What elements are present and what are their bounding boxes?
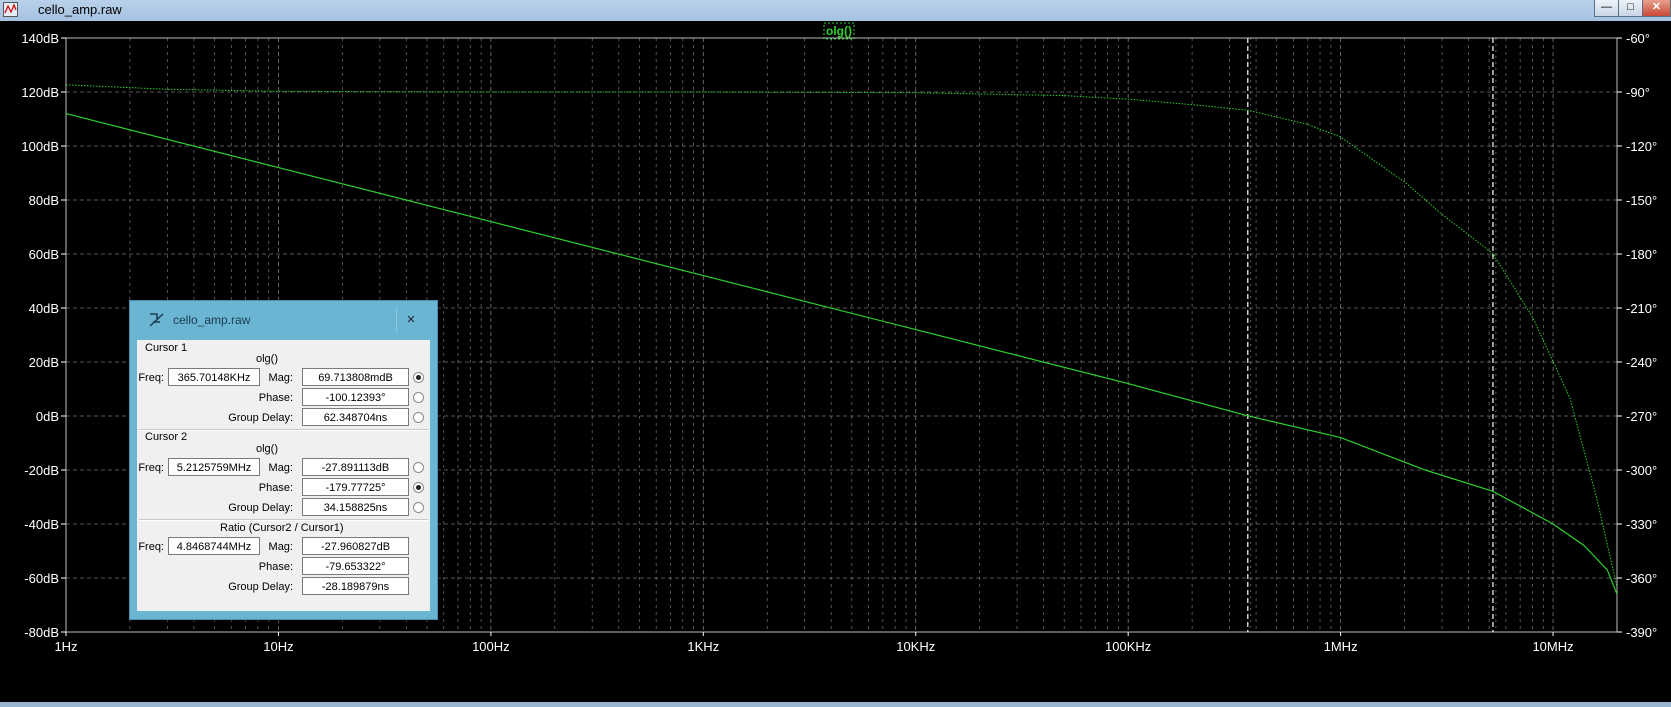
right-axis-tick-label: -210°	[1626, 301, 1657, 316]
close-button[interactable]: ✕	[1642, 0, 1671, 17]
cursor2-mag-field[interactable]: -27.891113dB	[302, 458, 409, 476]
cursor2-mag-radio[interactable]	[413, 462, 424, 473]
waveform-plot-pane[interactable]: 140dB 120dB 100dB 80dB 60dB 40dB 20dB 0dB -20dB -…	[0, 21, 1671, 702]
x-axis-tick-label: 10Hz	[263, 639, 293, 654]
right-axis-labels: -60° -90° -120° -150° -180° -210° -240° -270° -3…	[1617, 31, 1657, 640]
cursor1-group-delay-radio[interactable]	[413, 412, 424, 423]
x-axis-tick-label: 100Hz	[472, 639, 510, 654]
divider	[139, 519, 428, 521]
right-axis-tick-label: -120°	[1626, 139, 1657, 154]
ratio-phase-label: Phase:	[258, 561, 293, 573]
ratio-heading: Ratio (Cursor2 / Cursor1)	[220, 522, 344, 534]
ratio-freq-field[interactable]: 4.8468744MHz	[168, 537, 260, 555]
ratio-mag-label: Mag:	[268, 541, 293, 553]
trace-label[interactable]: olg()	[826, 24, 852, 38]
cursor2-phase-field[interactable]: -179.77725°	[302, 478, 409, 496]
cursor2-freq-field[interactable]: 5.2125759MHz	[168, 458, 260, 476]
cursor1-freq-field[interactable]: 365.70148KHz	[168, 368, 260, 386]
left-axis-tick-label: 60dB	[29, 247, 59, 262]
dialog-close-button[interactable]: ×	[396, 308, 425, 332]
right-axis-tick-label: -240°	[1626, 355, 1657, 370]
waveform-app-icon	[3, 2, 18, 17]
x-axis-tick-label: 100KHz	[1105, 639, 1151, 654]
cursor2-mag-label: Mag:	[268, 462, 293, 474]
cursor2-trace-name: olg()	[256, 443, 279, 455]
dialog-body: Cursor 1 olg() Freq: 365.70148KHz Mag: 6…	[137, 340, 430, 611]
left-axis-tick-label: 100dB	[21, 139, 59, 154]
right-axis-tick-label: -360°	[1626, 571, 1657, 586]
left-axis-labels: 140dB 120dB 100dB 80dB 60dB 40dB 20dB 0dB -20dB -…	[21, 31, 66, 640]
left-axis-tick-label: 20dB	[29, 355, 59, 370]
cursor2-group-delay-field[interactable]: 34.158825ns	[302, 498, 409, 516]
dialog-header[interactable]: cello_amp.raw ×	[130, 301, 437, 340]
window-titlebar: cello_amp.raw — □ ✕	[0, 0, 1671, 22]
cursor2-phase-label: Phase:	[258, 482, 293, 494]
minimize-button[interactable]: —	[1594, 0, 1619, 17]
cursor1-phase-field[interactable]: -100.12393°	[302, 388, 409, 406]
dialog-title: cello_amp.raw	[173, 313, 251, 327]
cursor1-mag-field[interactable]: 69.713808mdB	[302, 368, 409, 386]
right-axis-tick-label: -60°	[1626, 31, 1650, 46]
right-axis-tick-label: -300°	[1626, 463, 1657, 478]
left-axis-tick-label: 120dB	[21, 85, 59, 100]
right-axis-tick-label: -180°	[1626, 247, 1657, 262]
cursor2-phase-radio[interactable]	[413, 482, 424, 493]
ratio-group-delay-field[interactable]: -28.189879ns	[302, 577, 409, 595]
cursor-readout-dialog[interactable]: cello_amp.raw × Cursor 1 olg() Freq: 365…	[129, 300, 438, 620]
cursor1-trace-name: olg()	[256, 353, 279, 365]
ratio-mag-field[interactable]: -27.960827dB	[302, 537, 409, 555]
x-axis-tick-label: 1Hz	[54, 639, 77, 654]
ratio-freq-label: Freq:	[138, 541, 164, 553]
right-axis-tick-label: -150°	[1626, 193, 1657, 208]
x-axis-labels: 1Hz 10Hz 100Hz 1KHz 10KHz 100KHz 1MHz 10MHz	[54, 632, 1574, 654]
x-axis-tick-label: 1MHz	[1324, 639, 1358, 654]
x-axis-tick-label: 10KHz	[896, 639, 935, 654]
left-axis-tick-label: -60dB	[24, 571, 59, 586]
cursor1-mag-label: Mag:	[268, 372, 293, 384]
x-axis-tick-label: 10MHz	[1532, 639, 1573, 654]
cursor1-phase-radio[interactable]	[413, 392, 424, 403]
cursor2-freq-label: Freq:	[138, 462, 164, 474]
cursor2-heading: Cursor 2	[145, 431, 188, 443]
right-axis-tick-label: -270°	[1626, 409, 1657, 424]
ltspice-icon	[149, 313, 164, 327]
cursor-lines	[1247, 38, 1497, 632]
right-axis-tick-label: -390°	[1626, 625, 1657, 640]
left-axis-tick-label: -40dB	[24, 517, 59, 532]
left-axis-tick-label: 0dB	[36, 409, 59, 424]
cursor1-mag-radio[interactable]	[413, 372, 424, 383]
cursor2-group-delay-label: Group Delay:	[228, 502, 293, 514]
cursor1-group-delay-field[interactable]: 62.348704ns	[302, 408, 409, 426]
ratio-phase-field[interactable]: -79.653322°	[302, 557, 409, 575]
right-axis-tick-label: -330°	[1626, 517, 1657, 532]
cursor1-freq-label: Freq:	[138, 372, 164, 384]
maximize-button[interactable]: □	[1618, 0, 1643, 17]
cursor1-heading: Cursor 1	[145, 342, 188, 354]
x-axis-tick-label: 1KHz	[687, 639, 719, 654]
left-axis-tick-label: 140dB	[21, 31, 59, 46]
window-title: cello_amp.raw	[38, 2, 122, 17]
ratio-group-delay-label: Group Delay:	[228, 581, 293, 593]
right-axis-tick-label: -90°	[1626, 85, 1650, 100]
cursor1-group-delay-label: Group Delay:	[228, 412, 293, 424]
left-axis-tick-label: -20dB	[24, 463, 59, 478]
cursor2-group-delay-radio[interactable]	[413, 502, 424, 513]
left-axis-tick-label: -80dB	[24, 625, 59, 640]
left-axis-tick-label: 40dB	[29, 301, 59, 316]
cursor1-phase-label: Phase:	[258, 392, 293, 404]
left-axis-tick-label: 80dB	[29, 193, 59, 208]
